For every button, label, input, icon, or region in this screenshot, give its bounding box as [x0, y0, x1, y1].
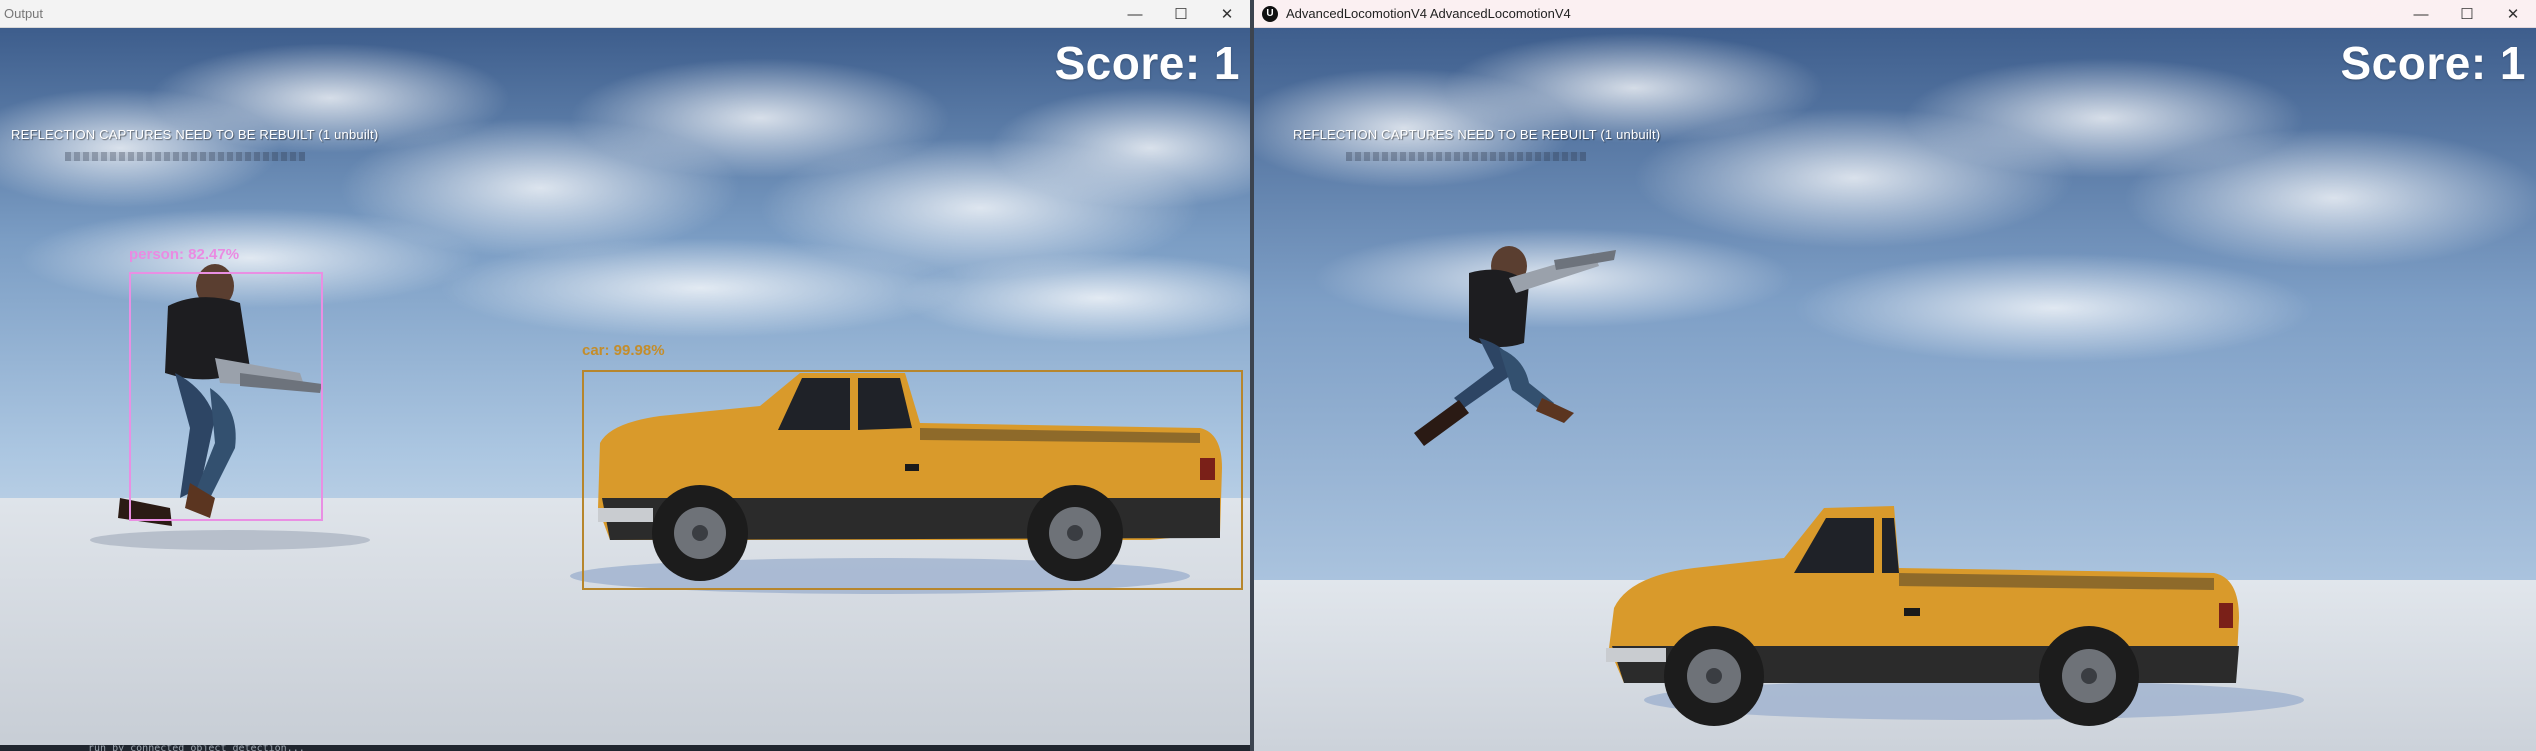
- maximize-button[interactable]: ☐: [1158, 0, 1204, 28]
- window-controls: — ☐ ✕: [1112, 0, 1250, 28]
- game-viewport[interactable]: Score: 1 REFLECTION CAPTURES NEED TO BE …: [0, 28, 1250, 751]
- car-detection-label: car: 99.98%: [582, 342, 665, 359]
- debug-message-faint: [65, 152, 305, 161]
- rear-wheel: [2039, 626, 2139, 726]
- close-button[interactable]: ✕: [1204, 0, 1250, 28]
- close-button[interactable]: ✕: [2490, 0, 2536, 28]
- window-title: AdvancedLocomotionV4 AdvancedLocomotionV…: [1286, 6, 1571, 21]
- minimize-button[interactable]: —: [1112, 0, 1158, 28]
- person-bounding-box: [129, 272, 323, 521]
- person-detection-label: person: 82.47%: [129, 246, 240, 263]
- window-title: Output: [4, 6, 44, 21]
- minimize-button[interactable]: —: [2398, 0, 2444, 28]
- console-strip: run by connected object detection...: [0, 745, 1250, 751]
- reflection-warning: REFLECTION CAPTURES NEED TO BE REBUILT (…: [11, 127, 379, 142]
- debug-message-faint: [1346, 152, 1586, 161]
- front-wheel: [1664, 626, 1764, 726]
- titlebar[interactable]: Output — ☐ ✕: [0, 0, 1250, 28]
- titlebar[interactable]: U AdvancedLocomotionV4 AdvancedLocomotio…: [1254, 0, 2536, 28]
- maximize-button[interactable]: ☐: [2444, 0, 2490, 28]
- game-viewport[interactable]: Score: 1 REFLECTION CAPTURES NEED TO BE …: [1254, 28, 2536, 751]
- score-display: Score: 1: [2340, 37, 2526, 89]
- reflection-warning: REFLECTION CAPTURES NEED TO BE REBUILT (…: [1293, 127, 1661, 142]
- unreal-engine-icon: U: [1262, 5, 1278, 22]
- window-controls: — ☐ ✕: [2398, 0, 2536, 28]
- console-text: run by connected object detection...: [88, 745, 305, 751]
- person-shadow: [90, 530, 370, 550]
- car-bounding-box: [582, 370, 1243, 590]
- output-window: Output — ☐ ✕ Score: 1 REFLECTION CAPTURE…: [0, 0, 1250, 751]
- score-display: Score: 1: [1054, 37, 1240, 89]
- game-window: U AdvancedLocomotionV4 AdvancedLocomotio…: [1254, 0, 2536, 751]
